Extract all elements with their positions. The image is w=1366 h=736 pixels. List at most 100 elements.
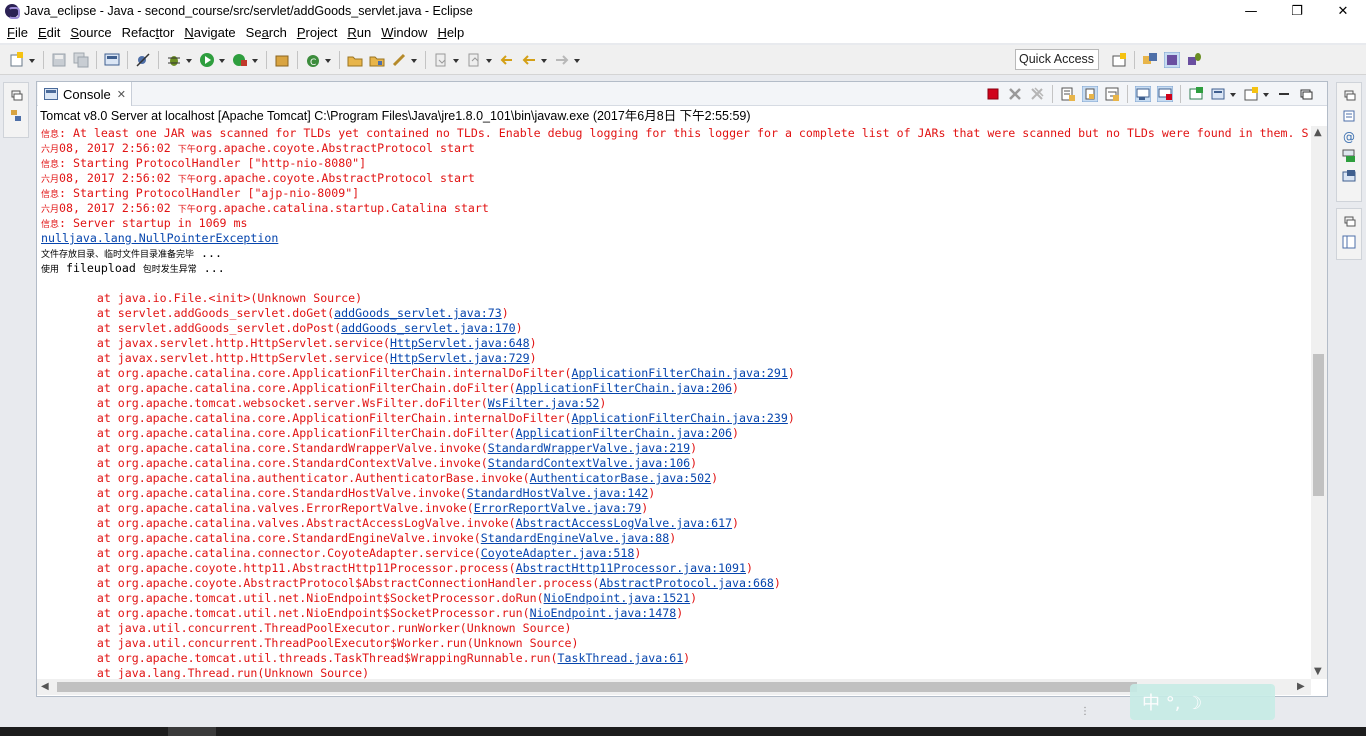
- java-perspective-icon[interactable]: [1164, 52, 1180, 68]
- last-edit-location-icon[interactable]: [499, 52, 515, 68]
- stack-trace-link[interactable]: StandardWrapperValve.java:219: [488, 441, 690, 455]
- show-console-on-stderr-icon[interactable]: [1157, 86, 1173, 102]
- stack-trace-link[interactable]: ApplicationFilterChain.java:206: [516, 426, 732, 440]
- stack-trace-link[interactable]: AbstractHttp11Processor.java:1091: [516, 561, 746, 575]
- console-view-icon[interactable]: [104, 52, 120, 68]
- scroll-up-icon[interactable]: ▲: [1314, 128, 1324, 138]
- menu-item-7[interactable]: Run: [342, 25, 376, 40]
- menu-item-9[interactable]: Help: [432, 25, 469, 40]
- stack-trace-link[interactable]: ApplicationFilterChain.java:206: [516, 381, 732, 395]
- stack-trace-link[interactable]: NioEndpoint.java:1521: [544, 591, 691, 605]
- menu-item-1[interactable]: Edit: [33, 25, 65, 40]
- open-perspective-icon[interactable]: [1111, 52, 1127, 68]
- search-icon[interactable]: [391, 52, 407, 68]
- scroll-left-icon[interactable]: ◀: [41, 681, 49, 692]
- horizontal-scroll-thumb[interactable]: [57, 682, 1137, 692]
- stack-trace-link[interactable]: ErrorReportValve.java:79: [474, 501, 642, 515]
- restore-icon[interactable]: [8, 89, 24, 103]
- debug-perspective-icon[interactable]: [1186, 52, 1202, 68]
- restore-icon[interactable]: [1341, 215, 1357, 229]
- run-icon[interactable]: [199, 52, 215, 68]
- save-all-icon[interactable]: [73, 52, 89, 68]
- forward-dropdown-arrow[interactable]: [573, 52, 581, 68]
- restore-icon[interactable]: [1341, 89, 1357, 103]
- stack-trace-link[interactable]: CoyoteAdapter.java:518: [481, 546, 635, 560]
- new-class-icon[interactable]: C: [305, 52, 321, 68]
- new-dropdown-arrow[interactable]: [28, 52, 36, 68]
- open-type-icon[interactable]: [347, 52, 363, 68]
- stack-trace-link[interactable]: ApplicationFilterChain.java:291: [571, 366, 787, 380]
- new-class-dropdown-arrow[interactable]: [324, 52, 332, 68]
- stack-trace-link[interactable]: AbstractAccessLogValve.java:617: [516, 516, 732, 530]
- previous-annotation-dropdown-arrow[interactable]: [485, 52, 493, 68]
- open-console-icon[interactable]: [1243, 86, 1259, 102]
- restore-button[interactable]: ❐: [1274, 0, 1320, 22]
- java-ee-perspective-icon[interactable]: [1142, 52, 1158, 68]
- menu-item-8[interactable]: Window: [376, 25, 432, 40]
- back-dropdown-arrow[interactable]: [540, 52, 548, 68]
- scroll-lock-icon[interactable]: [1082, 86, 1098, 102]
- scroll-down-icon[interactable]: ▼: [1314, 667, 1324, 677]
- vertical-scrollbar[interactable]: ▲ ▼: [1311, 126, 1327, 679]
- stack-trace-link[interactable]: AuthenticatorBase.java:502: [530, 471, 711, 485]
- quick-access-field[interactable]: Quick Access: [1015, 49, 1099, 70]
- back-icon[interactable]: [521, 52, 537, 68]
- stack-trace-link[interactable]: TaskThread.java:61: [558, 651, 684, 665]
- new-icon[interactable]: [9, 51, 25, 68]
- maximize-view-icon[interactable]: [1298, 86, 1314, 102]
- clear-console-icon[interactable]: [1060, 86, 1076, 102]
- open-task-icon[interactable]: [369, 52, 385, 68]
- external-tools-dropdown-arrow[interactable]: [251, 52, 259, 68]
- console-output[interactable]: 信息: At least one JAR was scanned for TLD…: [37, 126, 1311, 679]
- stack-trace-link[interactable]: StandardHostValve.java:142: [467, 486, 648, 500]
- minimize-view-icon[interactable]: [1276, 86, 1292, 102]
- debug-dropdown-arrow[interactable]: [185, 52, 193, 68]
- display-selected-console-dropdown-arrow[interactable]: [1229, 86, 1237, 102]
- stack-trace-link[interactable]: StandardContextValve.java:106: [488, 456, 690, 470]
- stack-trace-link[interactable]: NioEndpoint.java:1478: [530, 606, 677, 620]
- next-annotation-icon[interactable]: [433, 52, 449, 68]
- data-source-explorer-icon[interactable]: [1341, 169, 1357, 183]
- stack-trace-link[interactable]: ApplicationFilterChain.java:239: [571, 411, 787, 425]
- terminate-icon[interactable]: [985, 86, 1001, 102]
- new-package-icon[interactable]: [274, 52, 290, 68]
- next-annotation-dropdown-arrow[interactable]: [452, 52, 460, 68]
- pin-console-icon[interactable]: [1188, 86, 1204, 102]
- horizontal-scrollbar[interactable]: ◀ ▶: [37, 679, 1311, 695]
- skip-breakpoints-icon[interactable]: [135, 52, 151, 68]
- tab-console[interactable]: Console ✕: [38, 82, 132, 106]
- close-icon[interactable]: ✕: [117, 88, 126, 101]
- show-console-on-stdout-icon[interactable]: [1135, 86, 1151, 102]
- outline-icon[interactable]: [1341, 109, 1357, 123]
- scroll-right-icon[interactable]: ▶: [1297, 681, 1305, 692]
- menu-item-2[interactable]: Source: [65, 25, 116, 40]
- save-icon[interactable]: [51, 52, 67, 68]
- stack-trace-link[interactable]: HttpServlet.java:729: [390, 351, 530, 365]
- debug-icon[interactable]: [166, 52, 182, 68]
- stack-trace-link[interactable]: HttpServlet.java:648: [390, 336, 530, 350]
- menu-item-6[interactable]: Project: [292, 25, 342, 40]
- javadoc-icon[interactable]: @: [1341, 129, 1357, 144]
- stack-trace-link[interactable]: addGoods_servlet.java:73: [334, 306, 502, 320]
- close-button[interactable]: ✕: [1320, 0, 1366, 22]
- remove-launch-icon[interactable]: [1007, 86, 1023, 102]
- search-dropdown-arrow[interactable]: [410, 52, 418, 68]
- package-explorer-icon[interactable]: [8, 109, 24, 123]
- forward-icon[interactable]: [554, 52, 570, 68]
- previous-annotation-icon[interactable]: [466, 52, 482, 68]
- stack-trace-link[interactable]: StandardEngineValve.java:88: [481, 531, 669, 545]
- display-selected-console-icon[interactable]: [1210, 86, 1226, 102]
- taskbar-button[interactable]: [168, 727, 216, 736]
- open-console-dropdown-arrow[interactable]: [1262, 86, 1270, 102]
- menu-item-3[interactable]: Refacttor: [117, 25, 180, 40]
- task-list-icon[interactable]: [1341, 235, 1357, 249]
- stack-trace-link[interactable]: nulljava.lang.NullPointerException: [41, 231, 278, 245]
- remove-all-terminated-icon[interactable]: [1029, 86, 1045, 102]
- run-dropdown-arrow[interactable]: [218, 52, 226, 68]
- menu-item-5[interactable]: Search: [241, 25, 292, 40]
- word-wrap-icon[interactable]: [1104, 86, 1120, 102]
- minimize-button[interactable]: —: [1228, 0, 1274, 22]
- stack-trace-link[interactable]: AbstractProtocol.java:668: [599, 576, 774, 590]
- stack-trace-link[interactable]: WsFilter.java:52: [488, 396, 600, 410]
- servers-icon[interactable]: [1341, 149, 1357, 163]
